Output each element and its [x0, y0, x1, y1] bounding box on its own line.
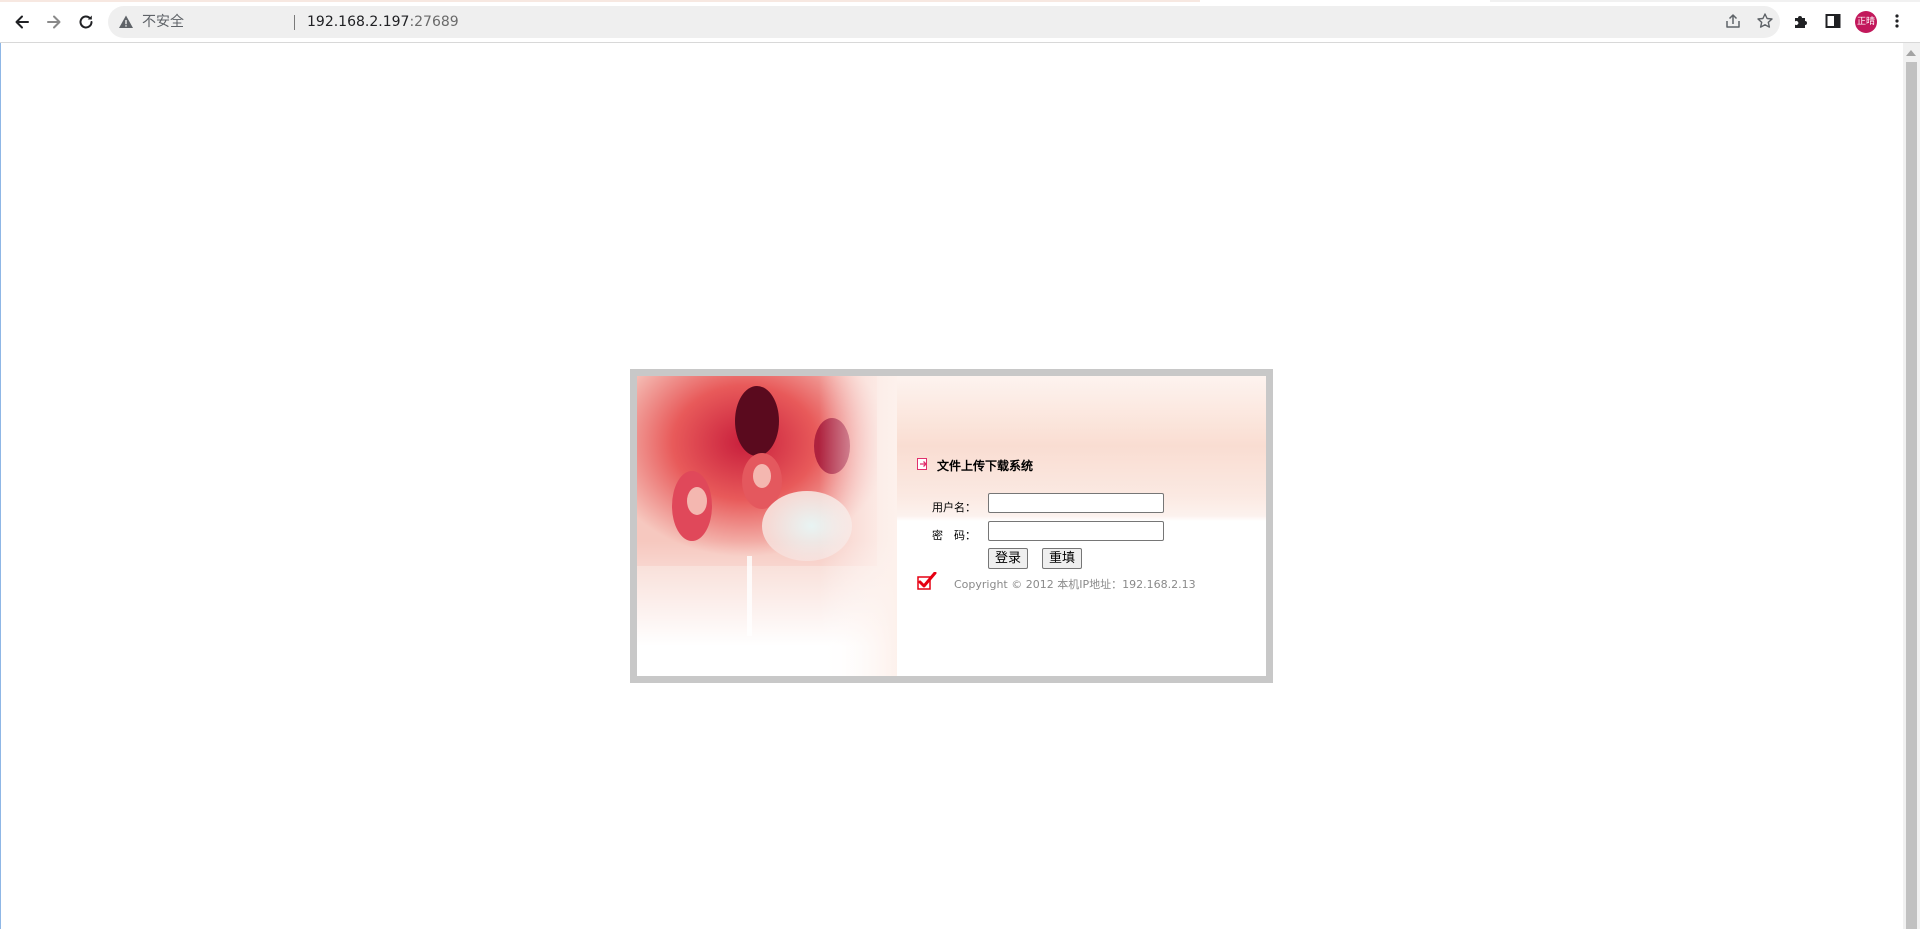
- forward-button[interactable]: [40, 8, 68, 36]
- login-panel-frame: 文件上传下载系统 用户名： 密 码： 登录 重填 Copyright © 201…: [630, 369, 1273, 683]
- extensions-puzzle-icon[interactable]: [1790, 10, 1812, 32]
- omnibox-divider: [294, 15, 295, 30]
- reload-button[interactable]: [72, 8, 100, 36]
- scrollbar-thumb[interactable]: [1906, 62, 1917, 929]
- login-panel: 文件上传下载系统 用户名： 密 码： 登录 重填 Copyright © 201…: [637, 376, 1266, 676]
- bookmark-star-icon[interactable]: [1756, 12, 1776, 32]
- password-input[interactable]: [988, 521, 1164, 541]
- reset-button[interactable]: 重填: [1042, 548, 1083, 569]
- viewport-edge: [0, 43, 1, 929]
- login-arrow-icon: [917, 458, 927, 470]
- kebab-menu-icon[interactable]: [1886, 10, 1908, 32]
- username-input[interactable]: [988, 493, 1164, 513]
- checkmark-icon: [917, 572, 937, 590]
- password-label: 密 码：: [932, 529, 976, 542]
- arrow-left-icon: [15, 15, 29, 29]
- security-status[interactable]: 不安全: [142, 13, 184, 31]
- warning-icon[interactable]: [118, 14, 134, 30]
- url-host: 192.168.2.197: [307, 14, 410, 30]
- side-panel-icon[interactable]: [1822, 10, 1844, 32]
- banner-hand-image: [637, 376, 897, 676]
- address-bar[interactable]: 不安全 192.168.2.197:27689: [108, 6, 1780, 38]
- tab-strip-edge: [0, 0, 1920, 2]
- system-title: 文件上传下载系统: [937, 459, 1034, 473]
- back-button[interactable]: [8, 8, 36, 36]
- username-label: 用户名：: [932, 501, 976, 514]
- profile-avatar[interactable]: 正晴: [1855, 11, 1877, 33]
- arrow-right-icon: [47, 15, 61, 29]
- browser-toolbar: 不安全 192.168.2.197:27689 正晴: [0, 0, 1920, 43]
- url-port: :27689: [409, 14, 459, 30]
- share-icon[interactable]: [1724, 12, 1744, 32]
- scroll-up-arrow-icon[interactable]: [1906, 50, 1916, 56]
- url-text[interactable]: 192.168.2.197:27689: [307, 13, 459, 31]
- login-button[interactable]: 登录: [988, 548, 1029, 569]
- copyright-text: Copyright © 2012 本机IP地址：192.168.2.13: [954, 578, 1196, 591]
- reload-icon: [79, 15, 93, 29]
